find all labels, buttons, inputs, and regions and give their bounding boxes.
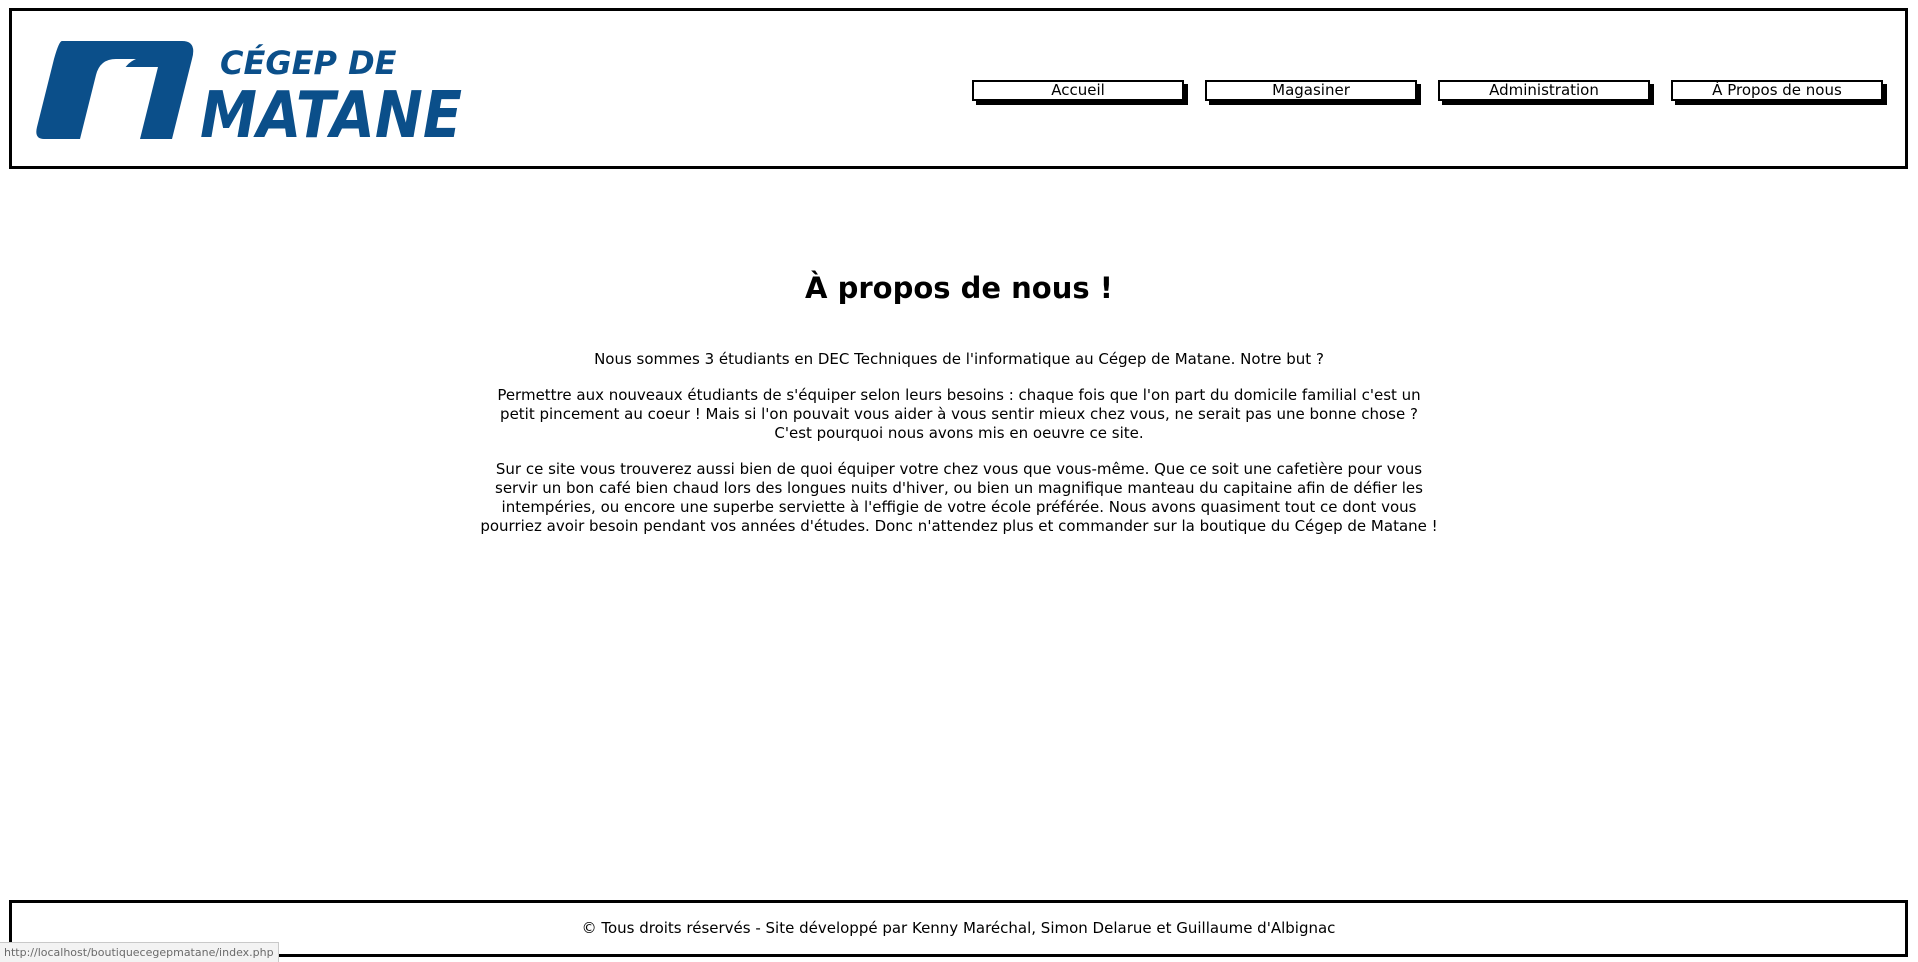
main-content: À propos de nous ! Nous sommes 3 étudian…	[0, 270, 1918, 536]
site-footer: © Tous droits réservés - Site développé …	[9, 900, 1908, 957]
about-paragraph-2: Permettre aux nouveaux étudiants de s'éq…	[497, 386, 1421, 442]
nav-accueil-button[interactable]: Accueil	[972, 80, 1184, 101]
page-title: À propos de nous !	[805, 271, 1113, 305]
page: CÉGEP DE MATANE Accueil Magasiner Admini…	[0, 0, 1918, 962]
logo-line2: MATANE	[200, 79, 462, 153]
nav-a-propos-button[interactable]: À Propos de nous	[1671, 80, 1883, 101]
nav-magasiner-button[interactable]: Magasiner	[1205, 80, 1417, 101]
footer-copyright: © Tous droits réservés - Site développé …	[581, 919, 1336, 937]
about-paragraph-3: Sur ce site vous trouverez aussi bien de…	[480, 460, 1438, 535]
about-text: Nous sommes 3 étudiants en DEC Technique…	[479, 350, 1439, 536]
browser-status-bar: http://localhost/boutiquecegepmatane/ind…	[0, 942, 279, 962]
cegep-matane-logo[interactable]: CÉGEP DE MATANE	[32, 29, 472, 159]
logo-line1: CÉGEP DE	[220, 44, 397, 82]
nav-administration-button[interactable]: Administration	[1438, 80, 1650, 101]
about-paragraph-1: Nous sommes 3 étudiants en DEC Technique…	[594, 350, 1324, 368]
site-header: CÉGEP DE MATANE Accueil Magasiner Admini…	[9, 8, 1908, 169]
